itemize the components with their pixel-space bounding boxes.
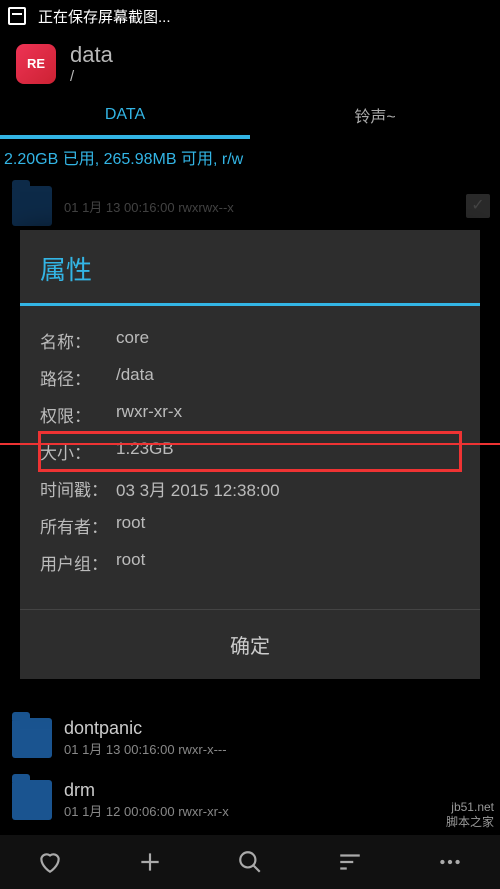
label-path: 路径：	[40, 365, 116, 390]
folder-icon	[12, 780, 52, 820]
storage-info: 2.20GB 已用, 265.98MB 可用, r/w	[0, 139, 500, 175]
image-icon	[8, 7, 26, 25]
add-icon[interactable]	[134, 846, 166, 878]
checkbox[interactable]	[466, 194, 490, 218]
annotation-line	[0, 443, 500, 445]
ok-button[interactable]: 确定	[20, 609, 480, 679]
tab-data[interactable]: DATA	[0, 95, 250, 139]
value-time: 03 3月 2015 12:38:00	[116, 476, 280, 501]
favorite-icon[interactable]	[34, 846, 66, 878]
label-owner: 所有者：	[40, 513, 116, 538]
folder-icon	[12, 186, 52, 226]
label-time: 时间戳：	[40, 476, 116, 501]
properties-dialog: 属性 名称：core 路径：/data 权限：rwxr-xr-x 大小：1.23…	[20, 230, 480, 679]
label-perm: 权限：	[40, 402, 116, 427]
menu-icon[interactable]	[434, 846, 466, 878]
header-path: /	[70, 68, 113, 85]
folder-icon	[12, 718, 52, 758]
watermark: jb51.net 脚本之家	[446, 800, 494, 831]
list-item[interactable]: dontpanic 01 1月 13 00:16:00 rwxr-x---	[0, 707, 500, 769]
list-item[interactable]: 01 1月 13 00:16:00 rwxrwx--x	[0, 175, 500, 237]
dialog-title: 属性	[20, 230, 480, 306]
header-title: data	[70, 42, 113, 68]
value-owner: root	[116, 513, 145, 538]
sort-icon[interactable]	[334, 846, 366, 878]
status-bar: 正在保存屏幕截图...	[0, 0, 500, 32]
search-icon[interactable]	[234, 846, 266, 878]
value-perm: rwxr-xr-x	[116, 402, 182, 427]
item-meta: 01 1月 13 00:16:00 rwxr-x---	[64, 739, 227, 758]
bottom-toolbar	[0, 835, 500, 889]
app-icon: RE	[16, 44, 56, 84]
item-meta: 01 1月 13 00:16:00 rwxrwx--x	[64, 197, 234, 216]
app-header: RE data /	[0, 32, 500, 95]
item-name: drm	[64, 780, 229, 801]
item-name: dontpanic	[64, 718, 227, 739]
tab-ringtone[interactable]: 铃声~	[250, 95, 500, 139]
tabs: DATA 铃声~	[0, 95, 500, 139]
item-meta: 01 1月 12 00:06:00 rwxr-xr-x	[64, 801, 229, 820]
value-name: core	[116, 328, 149, 353]
value-path: /data	[116, 365, 154, 390]
list-item[interactable]: drm 01 1月 12 00:06:00 rwxr-xr-x	[0, 769, 500, 831]
status-text: 正在保存屏幕截图...	[38, 6, 171, 27]
label-group: 用户组：	[40, 550, 116, 575]
label-name: 名称：	[40, 328, 116, 353]
value-group: root	[116, 550, 145, 575]
